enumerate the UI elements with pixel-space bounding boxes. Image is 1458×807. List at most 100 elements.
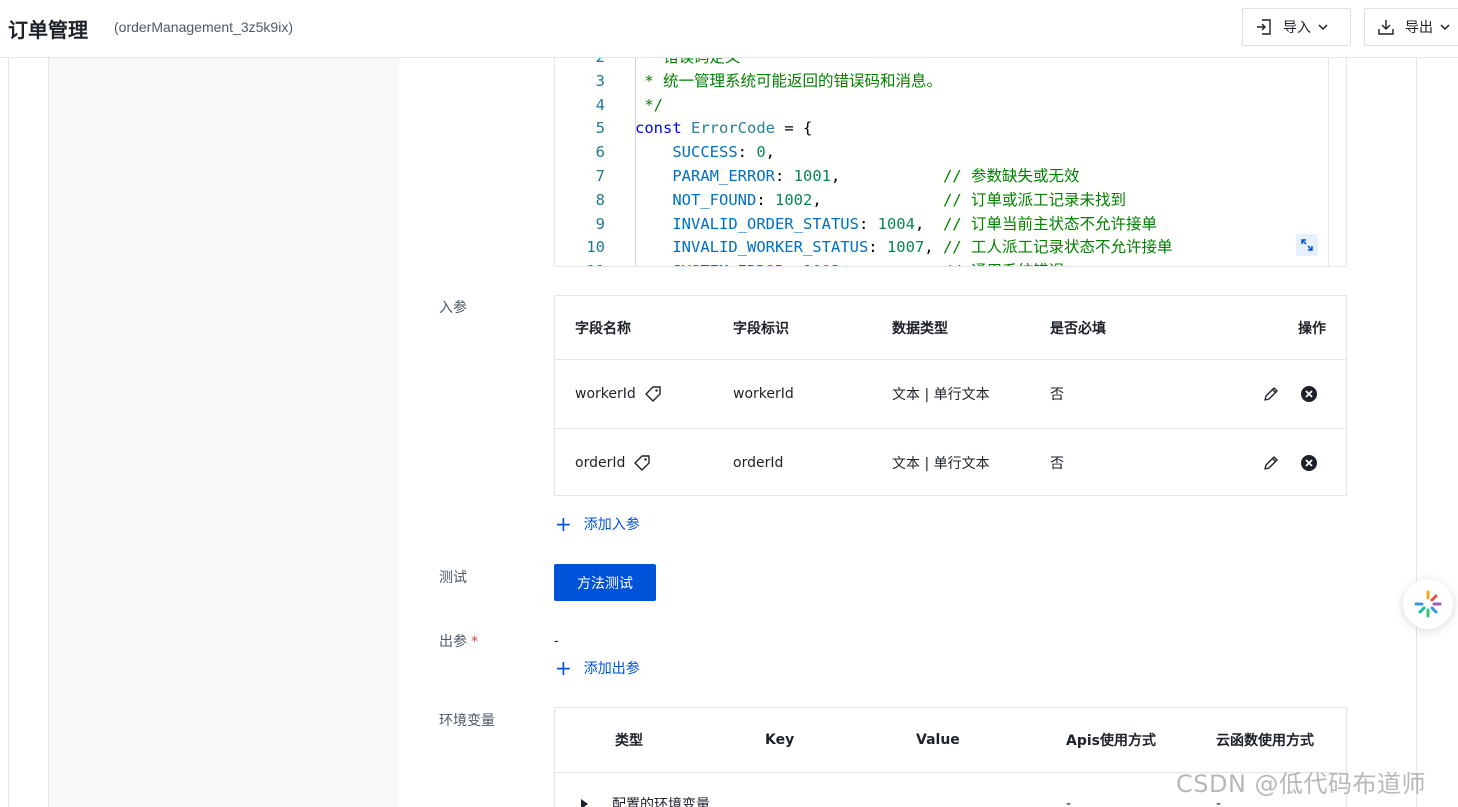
- field-key: orderId: [733, 454, 784, 471]
- code-text: INVALID_ORDER_STATUS: 1004, // 订单当前主状态不允…: [672, 214, 1157, 233]
- export-label: 导出: [1405, 20, 1433, 36]
- code-line: 2 * 错误码定义: [555, 58, 1346, 70]
- line-number: 8: [595, 190, 605, 209]
- code-editor[interactable]: 2 * 错误码定义3 * 统一管理系统可能返回的错误码和消息。4 */5cons…: [554, 58, 1347, 267]
- left-divider: [8, 58, 9, 807]
- download-icon: [1378, 20, 1394, 35]
- field-key: workerId: [733, 386, 794, 402]
- code-lines: 2 * 错误码定义3 * 统一管理系统可能返回的错误码和消息。4 */5cons…: [555, 58, 1346, 266]
- column-header-cloud-function-usage: 云函数使用方式: [1216, 733, 1314, 749]
- caret-right-icon[interactable]: [581, 799, 588, 807]
- field-name-cell: orderId: [575, 429, 651, 496]
- code-line: 8 NOT_FOUND: 1002, // 订单或派工记录未找到: [555, 189, 1346, 213]
- delete-icon[interactable]: [1300, 385, 1318, 403]
- code-text: INVALID_WORKER_STATUS: 1007, // 工人派工记录状态…: [672, 238, 1173, 257]
- code-line: 9 INVALID_ORDER_STATUS: 1004, // 订单当前主状态…: [555, 213, 1346, 237]
- test-label: 测试: [439, 570, 467, 586]
- code-text: SUCCESS: 0,: [672, 143, 776, 162]
- column-header-actions: 操作: [1298, 320, 1326, 337]
- output-params-label-text: 出参: [439, 634, 467, 650]
- plus-icon: +: [555, 512, 572, 536]
- top-bar: 订单管理 (orderManagement_3z5k9ix) 导入 导出: [0, 0, 1458, 58]
- import-icon: [1257, 19, 1271, 35]
- delete-icon[interactable]: [1300, 454, 1318, 472]
- code-line: 11 SYSTEM_ERROR: 1003 // 通用系统错误: [555, 260, 1346, 266]
- table-row: workerId workerId 文本 | 单行文本 否: [555, 360, 1346, 429]
- line-number: 7: [595, 166, 605, 185]
- tag-icon: [634, 454, 651, 471]
- import-label: 导入: [1283, 20, 1311, 36]
- input-params-label: 入参: [439, 300, 467, 316]
- code-line: 4 */: [555, 94, 1346, 118]
- code-line: 7 PARAM_ERROR: 1001, // 参数缺失或无效: [555, 165, 1346, 189]
- left-side-panel: [48, 58, 399, 807]
- column-header-key: 字段标识: [733, 320, 789, 337]
- env-vars-label: 环境变量: [439, 713, 495, 729]
- code-text: NOT_FOUND: 1002, // 订单或派工记录未找到: [672, 190, 1126, 209]
- line-number: 4: [595, 95, 605, 114]
- add-input-param-label: 添加入参: [583, 517, 640, 533]
- right-divider: [1416, 58, 1417, 807]
- chevron-down-icon: [1440, 24, 1450, 31]
- plus-icon: +: [555, 656, 572, 680]
- table-header-row: 字段名称 字段标识 数据类型 是否必填 操作: [555, 296, 1346, 360]
- chevron-down-icon: [1318, 24, 1328, 31]
- column-header-apis-usage: Apis使用方式: [1066, 733, 1156, 749]
- field-type: 文本 | 单行文本: [892, 387, 990, 403]
- input-params-table: 字段名称 字段标识 数据类型 是否必填 操作 workerId workerId…: [554, 295, 1347, 496]
- expand-icon[interactable]: [1296, 234, 1318, 256]
- line-number: 2: [555, 58, 605, 70]
- import-button[interactable]: 导入: [1242, 8, 1351, 46]
- env-row-type: 配置的环境变量: [581, 794, 710, 807]
- ai-assistant-button[interactable]: [1403, 579, 1453, 629]
- add-output-param-label: 添加出参: [583, 661, 640, 677]
- column-header-value: Value: [916, 732, 960, 748]
- code-text: * 错误码定义: [635, 58, 740, 70]
- edit-icon[interactable]: [1262, 454, 1280, 472]
- field-name-cell: workerId: [575, 360, 662, 428]
- column-header-key: Key: [765, 732, 795, 748]
- add-output-param-button[interactable]: + 添加出参: [555, 658, 640, 678]
- column-header-name: 字段名称: [575, 320, 631, 337]
- tag-icon: [645, 386, 661, 402]
- output-params-value: -: [554, 632, 559, 648]
- column-header-type: 类型: [615, 733, 643, 749]
- code-text: */: [635, 95, 663, 114]
- field-name: workerId: [575, 386, 636, 402]
- code-line: 5 const ErrorCode = {: [555, 117, 1346, 141]
- column-header-required: 是否必填: [1050, 320, 1106, 337]
- output-params-label: 出参 *: [439, 631, 478, 651]
- field-type: 文本 | 单行文本: [892, 455, 990, 472]
- page-title: 订单管理: [8, 18, 88, 42]
- export-button[interactable]: 导出: [1364, 8, 1458, 46]
- field-required: 否: [1050, 455, 1064, 472]
- code-text: const ErrorCode = {: [635, 119, 813, 138]
- line-number: 11: [555, 260, 605, 266]
- required-mark: *: [471, 634, 478, 650]
- line-number: 3: [595, 71, 605, 90]
- code-text: * 统一管理系统可能返回的错误码和消息。: [635, 71, 942, 90]
- add-input-param-button[interactable]: + 添加入参: [555, 514, 640, 534]
- line-number: 9: [595, 214, 605, 233]
- method-test-button[interactable]: 方法测试: [554, 564, 656, 601]
- page-identifier: (orderManagement_3z5k9ix): [114, 19, 293, 35]
- field-required: 否: [1050, 387, 1064, 403]
- field-name: orderId: [575, 454, 626, 471]
- sparkle-icon: [1414, 590, 1442, 618]
- code-text: SYSTEM_ERROR: 1003 // 通用系统错误: [635, 260, 1064, 266]
- code-line: 6 SUCCESS: 0,: [555, 141, 1346, 165]
- table-row: orderId orderId 文本 | 单行文本 否: [555, 429, 1346, 496]
- row-actions: [1262, 429, 1318, 496]
- code-line: 10 INVALID_WORKER_STATUS: 1007, // 工人派工记…: [555, 236, 1346, 260]
- line-number: 5: [595, 119, 605, 138]
- watermark: CSDN @低代码布道师: [1176, 770, 1427, 798]
- edit-icon[interactable]: [1262, 385, 1280, 403]
- env-row-type-label: 配置的环境变量: [612, 797, 710, 807]
- code-line: 3 * 统一管理系统可能返回的错误码和消息。: [555, 70, 1346, 94]
- row-actions: [1262, 360, 1318, 428]
- line-number: 6: [595, 143, 605, 162]
- env-row-apis: -: [1066, 796, 1072, 807]
- column-header-type: 数据类型: [892, 320, 948, 337]
- line-number: 10: [586, 238, 605, 257]
- code-text: PARAM_ERROR: 1001, // 参数缺失或无效: [672, 166, 1080, 185]
